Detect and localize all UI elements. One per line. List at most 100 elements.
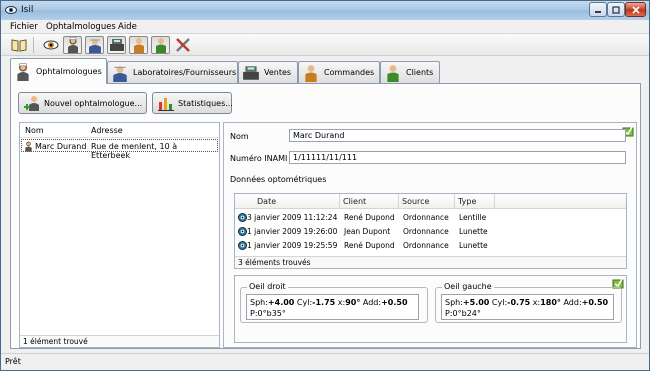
column-header-date[interactable]: Date — [257, 197, 276, 206]
tab-commandes[interactable]: Commandes — [298, 61, 380, 83]
sph-label: Sph: — [445, 298, 463, 307]
supplier-icon — [113, 65, 127, 82]
new-ophthalmologist-label: Nouvel ophtalmologue... — [44, 98, 143, 108]
statistics-button[interactable]: Statistiques... — [152, 92, 233, 114]
tab-laboratoires[interactable]: Laboratoires/Fournisseurs — [107, 61, 238, 83]
tools-button[interactable] — [173, 36, 192, 54]
bar-chart-icon — [158, 98, 174, 111]
menu-fichier[interactable]: Fichier — [10, 22, 38, 32]
row-date: 3 janvier 2009 11:12:24 — [247, 213, 338, 222]
column-header-client[interactable]: Client — [343, 197, 366, 206]
cyl-value: -1.75 — [312, 298, 336, 307]
supplier-button[interactable] — [85, 36, 104, 54]
tab-label: Ventes — [264, 68, 292, 77]
window-title: Isil — [21, 5, 34, 15]
add-label: Add: — [360, 298, 382, 307]
cyl-label: Cyl: — [489, 298, 508, 307]
tab-label: Clients — [406, 68, 434, 77]
right-eye-title: Oeil droit — [247, 282, 288, 291]
menu-ophtalmologues[interactable]: Ophtalmologues — [46, 22, 116, 32]
cash-register-icon — [243, 65, 259, 80]
title-bar: Isil — [1, 1, 649, 20]
column-header-adresse[interactable]: Adresse — [91, 126, 123, 135]
left-eye-title: Oeil gauche — [442, 282, 494, 291]
supplier-icon — [88, 39, 101, 53]
tab-clients[interactable]: Clients — [380, 61, 440, 83]
prism-value: P:0°b35° — [250, 309, 286, 318]
client-button[interactable] — [151, 36, 170, 54]
axis-value: 180° — [540, 298, 561, 307]
row-type: Lunette — [459, 227, 488, 236]
optometric-grid: Date Client Source Type 3 janvier 2009 1… — [234, 193, 627, 269]
close-button[interactable] — [625, 2, 646, 17]
sph-label: Sph: — [250, 298, 268, 307]
column-header-nom[interactable]: Nom — [25, 126, 44, 135]
name-label: Nom — [230, 132, 249, 141]
tab-ophtalmologues[interactable]: Ophtalmologues — [10, 58, 107, 84]
column-divider — [339, 194, 340, 209]
orders-icon — [305, 64, 317, 82]
minimize-button[interactable] — [589, 2, 607, 17]
left-eye-group: Oeil gauche Sph:+5.00 Cyl:-0.75 x:180° A… — [435, 282, 622, 323]
list-item[interactable]: Marc Durand Rue de menlent, 10 à Etterbe… — [21, 139, 218, 160]
cyl-label: Cyl: — [294, 298, 313, 307]
sph-value: +4.00 — [267, 298, 295, 307]
row-source: Ordonnance — [403, 213, 449, 222]
row-client: René Dupond — [344, 213, 395, 222]
orders-button[interactable] — [129, 36, 148, 54]
tools-icon — [175, 38, 190, 52]
grid-header: Date Client Source Type — [235, 194, 626, 209]
table-row[interactable]: 3 janvier 2009 11:12:24 René Dupond Ordo… — [236, 211, 625, 224]
list-count: 1 élément trouvé — [23, 337, 88, 346]
ophthalmologist-button[interactable] — [63, 36, 82, 54]
cyl-value: -0.75 — [507, 298, 531, 307]
optometric-section-title: Données optométriques — [230, 175, 327, 184]
sph-value: +5.00 — [462, 298, 490, 307]
column-header-type[interactable]: Type — [458, 197, 476, 206]
row-type: Lentille — [459, 213, 487, 222]
right-eye-group: Oeil droit Sph:+4.00 Cyl:-1.75 x:90° Add… — [240, 282, 428, 323]
row-source: Ordonnance — [403, 227, 449, 236]
row-date: 1 janvier 2009 19:25:59 — [247, 241, 338, 250]
row-client: Jean Dupont — [344, 227, 391, 236]
orders-icon — [133, 38, 144, 53]
column-divider — [494, 194, 495, 209]
right-eye-values: Sph:+4.00 Cyl:-1.75 x:90° Add:+0.50 P:0°… — [246, 294, 419, 320]
ophthalmologist-icon — [17, 62, 29, 81]
minimize-icon — [595, 10, 601, 13]
table-row[interactable]: 1 janvier 2009 19:26:00 Jean Dupont Ordo… — [236, 225, 625, 238]
tab-label: Laboratoires/Fournisseurs — [133, 68, 237, 77]
eye-icon — [238, 213, 247, 222]
menu-aide[interactable]: Aide — [118, 22, 137, 32]
eye-button[interactable] — [41, 36, 60, 54]
row-source: Ordonnance — [403, 241, 449, 250]
table-row[interactable]: 1 janvier 2009 19:25:59 René Dupond Ordo… — [236, 239, 625, 252]
cash-register-button[interactable] — [107, 36, 126, 54]
column-header-source[interactable]: Source — [402, 197, 429, 206]
column-divider — [454, 194, 455, 209]
column-divider — [398, 194, 399, 209]
book-button[interactable] — [9, 36, 28, 54]
eye-icon — [238, 227, 247, 236]
new-ophthalmologist-button[interactable]: Nouvel ophtalmologue... — [18, 92, 147, 114]
app-icon — [5, 6, 17, 14]
client-icon — [387, 64, 399, 82]
name-field[interactable]: Marc Durand — [289, 129, 626, 142]
book-icon — [11, 39, 26, 52]
maximize-button[interactable] — [607, 2, 625, 17]
tab-ventes[interactable]: Ventes — [238, 61, 298, 83]
toolbar-separator — [33, 37, 34, 53]
status-bar: Prêt — [1, 353, 649, 370]
app-window: Isil Fichier Ophtalmologues Aide Ophtalm… — [0, 0, 650, 371]
close-icon — [631, 5, 640, 14]
maximize-icon — [612, 5, 620, 14]
prescription-panel: Oeil droit Sph:+4.00 Cyl:-1.75 x:90° Add… — [234, 275, 627, 343]
tab-content: Nouvel ophtalmologue... Statistiques... … — [10, 83, 641, 349]
inami-label: Numéro INAMI — [230, 154, 288, 163]
inami-field[interactable]: 1/11111/11/111 — [289, 151, 626, 164]
tab-strip: Ophtalmologues Laboratoires/Fournisseurs… — [1, 58, 649, 84]
add-label: Add: — [560, 298, 582, 307]
tab-label: Commandes — [324, 68, 375, 77]
list-item-address: Rue de menlent, 10 à Etterbeek — [91, 142, 178, 160]
list-header: Nom Adresse — [20, 123, 219, 138]
